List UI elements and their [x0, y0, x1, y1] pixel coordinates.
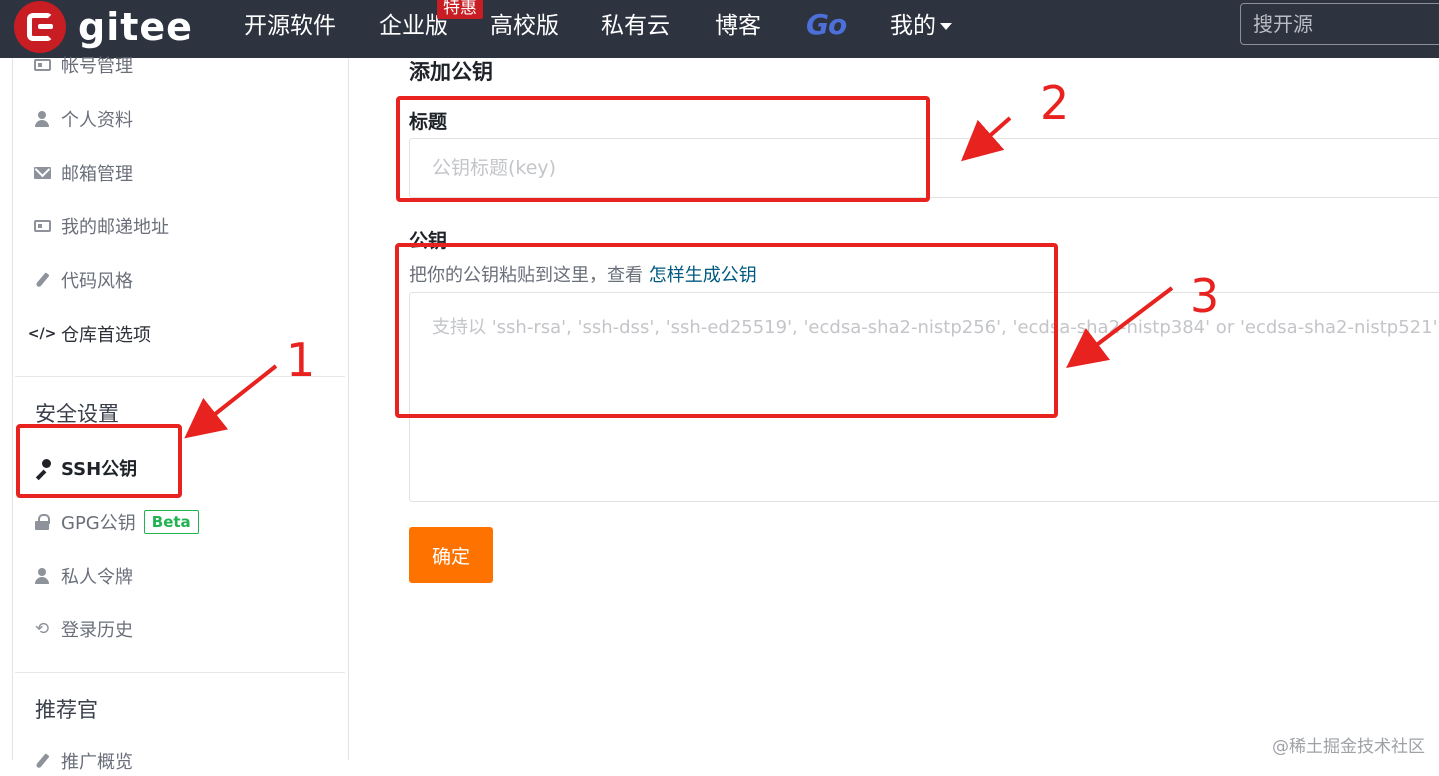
sidebar-item-email[interactable]: 邮箱管理 [33, 158, 133, 188]
referral-heading: 推荐官 [35, 698, 98, 722]
section-title: 添加公钥 [409, 60, 493, 84]
sidebar-item-address[interactable]: 我的邮递地址 [33, 211, 169, 241]
annotation-box-1 [16, 424, 182, 498]
sidebar-item-gpg-keys[interactable]: GPG公钥 Beta [33, 507, 199, 537]
top-navbar: gitee 开源软件 企业版 特惠 高校版 私有云 博客 Go 我的 [0, 0, 1439, 58]
brush-icon [33, 271, 51, 289]
mail-icon [33, 164, 51, 182]
nav-go-icon[interactable]: Go [806, 8, 847, 41]
sidebar-item-profile[interactable]: 个人资料 [33, 104, 133, 134]
sidebar-item-referral-overview[interactable]: 推广概览 [33, 746, 133, 776]
promo-badge: 特惠 [437, 0, 483, 19]
id-card-icon [33, 56, 51, 74]
code-icon: </> [27, 326, 57, 342]
sidebar-item-label: 我的邮递地址 [61, 217, 169, 238]
watermark: @稀土掘金技术社区 [1272, 737, 1425, 757]
sidebar-item-repo-preferences[interactable]: </> 仓库首选项 [27, 319, 151, 349]
sidebar-item-code-style[interactable]: 代码风格 [33, 265, 133, 295]
gitee-logo-icon [14, 1, 66, 53]
logo-text: gitee [78, 5, 193, 49]
annotation-box-3 [395, 243, 1058, 418]
sidebar-item-tokens[interactable]: 私人令牌 [33, 561, 133, 591]
sidebar-item-label: GPG公钥 [61, 513, 136, 534]
annotation-number-3: 3 [1190, 269, 1220, 323]
nav-mine[interactable]: 我的 [890, 11, 952, 41]
sidebar-item-login-history[interactable]: ⟲ 登录历史 [33, 614, 133, 644]
sidebar-divider [15, 672, 345, 673]
sidebar-item-label: 推广概览 [61, 752, 133, 773]
beta-badge: Beta [143, 510, 199, 534]
settings-sidebar: 帐号管理 个人资料 邮箱管理 我的邮递地址 代码风格 </> 仓库首选项 安全设… [12, 56, 349, 773]
address-card-icon [33, 217, 51, 235]
confirm-button[interactable]: 确定 [409, 527, 493, 583]
sidebar-item-label: 个人资料 [61, 110, 133, 131]
nav-education[interactable]: 高校版 [490, 11, 559, 41]
sidebar-item-label: 代码风格 [61, 271, 133, 292]
nav-open-source[interactable]: 开源软件 [244, 11, 336, 41]
sidebar-item-label: 仓库首选项 [61, 325, 151, 346]
annotation-number-1: 1 [286, 333, 316, 387]
annotation-number-2: 2 [1040, 76, 1070, 130]
user-secret-icon [33, 567, 51, 585]
sidebar-item-label: 登录历史 [61, 620, 133, 641]
nav-private-cloud[interactable]: 私有云 [601, 11, 670, 41]
caret-down-icon [940, 23, 952, 30]
nav-blog[interactable]: 博客 [715, 11, 761, 41]
sidebar-item-label: 私人令牌 [61, 567, 133, 588]
sidebar-item-label: 帐号管理 [61, 56, 133, 77]
nav-mine-label: 我的 [890, 13, 936, 39]
gitee-logo[interactable]: gitee [14, 1, 193, 53]
chart-icon [33, 752, 51, 770]
sidebar-item-account[interactable]: 帐号管理 [33, 50, 133, 80]
history-icon: ⟲ [34, 619, 50, 639]
user-icon [33, 110, 51, 128]
annotation-box-2 [396, 96, 930, 202]
lock-icon [33, 513, 51, 531]
sidebar-item-label: 邮箱管理 [61, 164, 133, 185]
search-input[interactable] [1240, 3, 1439, 45]
